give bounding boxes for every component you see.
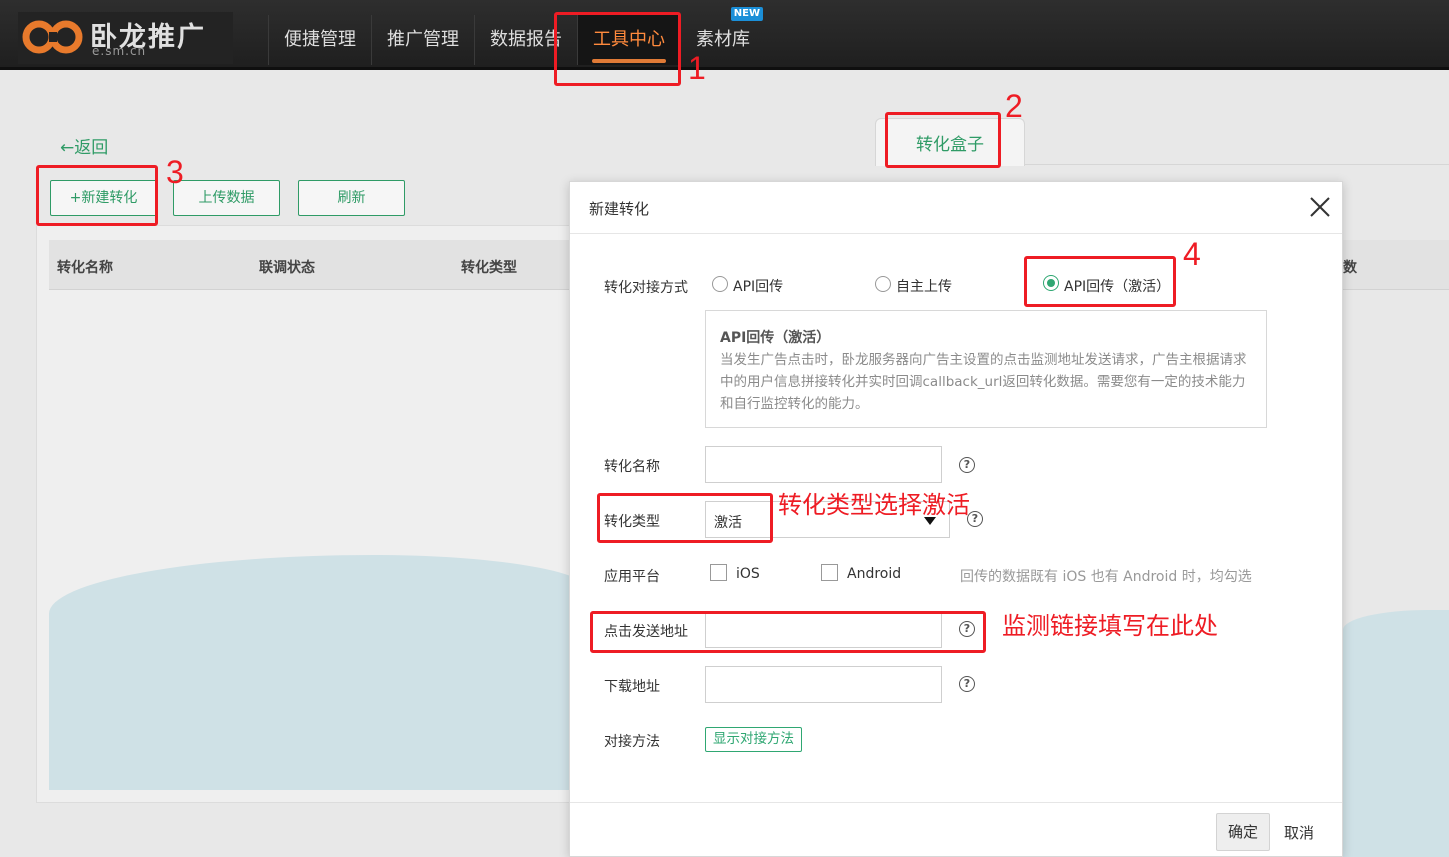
brand-domain: e.sm.cn (92, 44, 147, 58)
column-header-type[interactable]: 转化类型 (461, 257, 517, 277)
column-header-status[interactable]: 联调状态 (259, 257, 315, 277)
show-integration-button[interactable]: 显示对接方法 (705, 727, 802, 752)
checkbox-ios-label[interactable]: iOS (736, 566, 760, 582)
annotation-number-2: 2 (1005, 88, 1023, 124)
confirm-button[interactable]: 确定 (1216, 813, 1270, 851)
top-navigation-bar: 卧龙推广 e.sm.cn 便捷管理 推广管理 数据报告 工具中心 素材库 NEW (0, 0, 1449, 70)
refresh-button[interactable]: 刷新 (298, 180, 405, 216)
new-badge: NEW (730, 7, 763, 21)
annotation-box-click-url (590, 611, 986, 653)
table-header: 转化名称 联调状态 转化类型 (49, 240, 589, 290)
column-header-name[interactable]: 转化名称 (57, 257, 113, 277)
back-link[interactable]: ←返回 (60, 133, 108, 158)
empty-state-wave-right (1343, 610, 1449, 857)
annotation-box-tool-center (554, 12, 681, 86)
download-url-input[interactable] (705, 666, 942, 703)
annotation-box-conversion-type (597, 493, 773, 543)
table-header-right (1343, 240, 1449, 290)
annotation-number-4: 4 (1183, 236, 1201, 272)
nav-item-material-library-label: 素材库 (696, 29, 750, 50)
brand-logo[interactable]: 卧龙推广 e.sm.cn (18, 12, 233, 64)
column-header-partial: 数 (1343, 260, 1357, 276)
annotation-box-conversion-tab (885, 112, 1001, 168)
description-text: 当发生广告点击时，卧龙服务器向广告主设置的点击监测地址发送请求，广告主根据请求中… (720, 352, 1247, 412)
nav-item-shortcut-management[interactable]: 便捷管理 (268, 15, 371, 65)
cancel-button[interactable]: 取消 (1284, 822, 1314, 843)
method-description-box: API回传（激活） 当发生广告点击时，卧龙服务器向广告主设置的点击监测地址发送请… (705, 310, 1267, 428)
annotation-box-api-activation (1024, 256, 1176, 307)
annotation-note-type: 转化类型选择激活 (778, 491, 970, 519)
radio-api-callback-label[interactable]: API回传 (733, 276, 783, 296)
method-label: 转化对接方式 (604, 280, 688, 296)
radio-self-upload-label[interactable]: 自主上传 (896, 276, 952, 296)
platform-hint: 回传的数据既有 iOS 也有 Android 时，均勾选 (960, 569, 1252, 585)
annotation-note-url: 监测链接填写在此处 (1002, 612, 1218, 640)
name-label: 转化名称 (604, 459, 660, 475)
upload-data-button[interactable]: 上传数据 (173, 180, 280, 216)
back-label: 返回 (74, 138, 109, 158)
help-icon-download-url[interactable]: ? (959, 676, 975, 692)
dialog-header: 新建转化 (570, 182, 1342, 234)
radio-api-callback[interactable] (712, 276, 728, 292)
annotation-box-new-button (36, 165, 158, 226)
back-arrow-icon: ← (60, 138, 75, 158)
logo-mark-icon (22, 20, 83, 54)
nav-item-promotion-management[interactable]: 推广管理 (371, 15, 474, 65)
conversion-name-input[interactable] (705, 446, 942, 483)
annotation-number-3: 3 (166, 154, 184, 190)
description-title: API回传（激活） (720, 330, 831, 346)
checkbox-ios[interactable] (710, 564, 727, 581)
checkbox-android[interactable] (821, 564, 838, 581)
platform-label: 应用平台 (604, 569, 660, 585)
tab-divider (1025, 164, 1449, 165)
checkbox-android-label[interactable]: Android (847, 566, 901, 582)
help-icon-name[interactable]: ? (959, 457, 975, 473)
dialog-title: 新建转化 (589, 200, 650, 218)
radio-self-upload[interactable] (875, 276, 891, 292)
close-icon[interactable] (1306, 193, 1334, 221)
empty-state-wave (49, 555, 589, 790)
annotation-number-1: 1 (688, 50, 706, 86)
integration-label: 对接方法 (604, 734, 660, 750)
download-url-label: 下载地址 (604, 679, 660, 695)
